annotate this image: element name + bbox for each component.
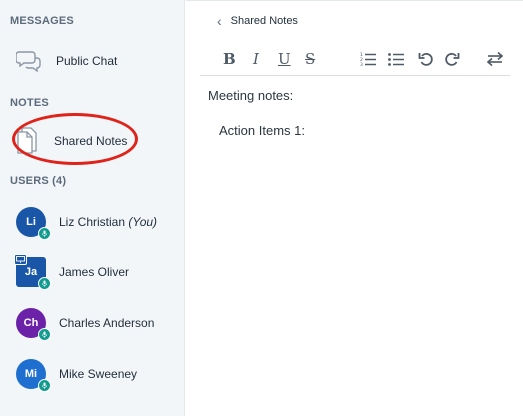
user-name: Liz Christian (You) bbox=[59, 215, 157, 229]
user-name: Mike Sweeney bbox=[59, 367, 138, 381]
italic-button[interactable]: I bbox=[253, 49, 259, 69]
bold-button[interactable]: B bbox=[223, 49, 236, 69]
panel-divider bbox=[186, 0, 523, 3]
you-indicator: (You) bbox=[128, 215, 158, 229]
user-list-sidebar: MESSAGES Public Chat NOTES Shared Notes … bbox=[0, 0, 185, 416]
presenter-icon bbox=[14, 254, 27, 265]
panel-title: Shared Notes bbox=[230, 15, 298, 27]
chat-bubbles-icon bbox=[16, 51, 41, 73]
microphone-icon bbox=[38, 379, 51, 392]
ordered-list-button[interactable]: 1 2 3 bbox=[360, 49, 376, 69]
strikethrough-button[interactable]: S bbox=[305, 49, 315, 69]
user-item-liz-christian[interactable]: Li Liz Christian (You) bbox=[0, 203, 185, 243]
user-name: James Oliver bbox=[59, 265, 130, 279]
unordered-list-icon bbox=[388, 53, 404, 66]
shared-notes-highlight-annotation bbox=[12, 113, 138, 165]
swap-icon bbox=[487, 51, 503, 67]
chevron-left-icon: ‹ bbox=[217, 13, 222, 29]
notes-section-title: NOTES bbox=[10, 97, 49, 109]
user-name-text: Liz Christian bbox=[59, 215, 126, 229]
underline-button[interactable]: U bbox=[278, 49, 291, 69]
user-item-mike-sweeney[interactable]: Mi Mike Sweeney bbox=[0, 355, 185, 395]
user-item-charles-anderson[interactable]: Ch Charles Anderson bbox=[0, 304, 185, 344]
ordered-list-icon: 1 2 3 bbox=[360, 52, 376, 67]
user-item-james-oliver[interactable]: Ja James Oliver bbox=[0, 253, 185, 293]
notes-toolbar: B I U S 1 2 3 bbox=[200, 46, 510, 76]
notes-line: Action Items 1: bbox=[219, 123, 305, 138]
back-button[interactable]: ‹ Shared Notes bbox=[217, 13, 298, 29]
public-chat-label: Public Chat bbox=[56, 54, 118, 68]
undo-icon bbox=[418, 53, 433, 66]
microphone-icon bbox=[38, 328, 51, 341]
redo-button[interactable] bbox=[444, 49, 460, 69]
notes-line: Meeting notes: bbox=[208, 88, 294, 103]
microphone-icon bbox=[38, 227, 51, 240]
microphone-icon bbox=[38, 277, 51, 290]
undo-button[interactable] bbox=[418, 49, 434, 69]
users-section-title: USERS (4) bbox=[10, 175, 67, 187]
unordered-list-button[interactable] bbox=[388, 49, 404, 69]
svg-text:3: 3 bbox=[360, 62, 363, 67]
redo-icon bbox=[445, 53, 460, 66]
shared-notes-panel: ‹ Shared Notes B I U S 1 2 3 Meeting not… bbox=[186, 0, 523, 416]
user-name: Charles Anderson bbox=[59, 316, 155, 330]
swap-button[interactable] bbox=[487, 49, 503, 69]
public-chat-item[interactable]: Public Chat bbox=[0, 44, 185, 78]
messages-section-title: MESSAGES bbox=[10, 15, 74, 27]
